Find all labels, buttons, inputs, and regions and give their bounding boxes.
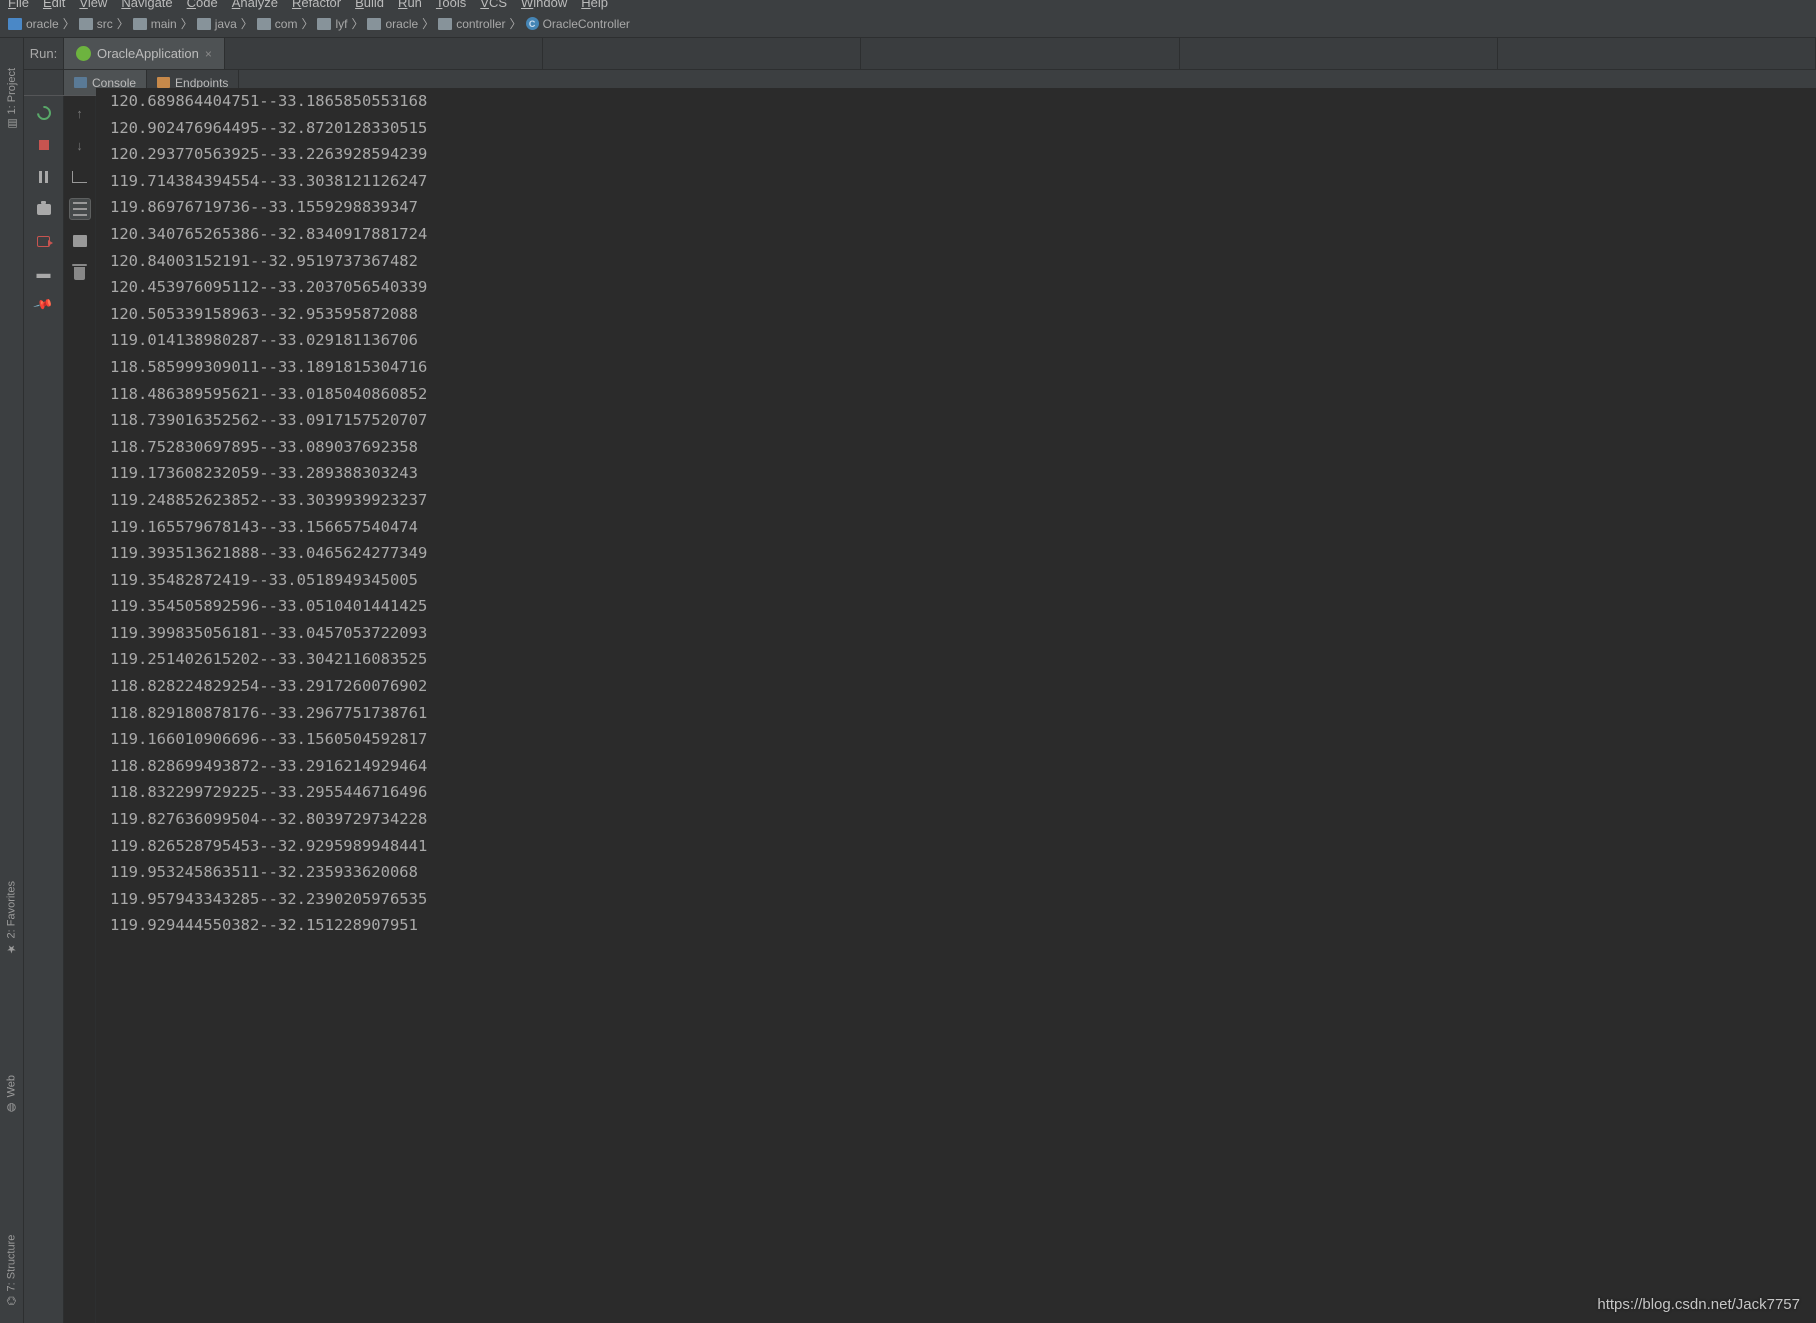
chevron-right-icon: 〉 (117, 15, 129, 32)
console-output[interactable]: 120.689864404751--33.1865850553168 120.9… (96, 88, 1816, 1315)
pause-button[interactable] (33, 166, 55, 188)
folder-icon (438, 18, 452, 30)
class-icon: C (526, 17, 539, 30)
folder-icon (257, 18, 271, 30)
endpoints-icon (157, 77, 170, 88)
run-tab-bar: Run: OracleApplication × (24, 38, 1816, 70)
watermark-text: https://blog.csdn.net/Jack7757 (1597, 1296, 1800, 1313)
chevron-right-icon: 〉 (351, 15, 363, 32)
chevron-right-icon: 〉 (63, 15, 75, 32)
scroll-to-end-button[interactable] (69, 198, 91, 220)
folder-icon (317, 18, 331, 30)
menu-refactor[interactable]: Refactor (292, 0, 341, 10)
rerun-button[interactable] (33, 102, 55, 124)
menu-file[interactable]: File (8, 0, 29, 10)
menu-build[interactable]: Build (355, 0, 384, 10)
run-label: Run: (24, 38, 64, 69)
breadcrumb[interactable]: oracle〉src〉main〉java〉com〉lyf〉oracle〉cont… (0, 10, 1816, 38)
exit-button[interactable] (33, 230, 55, 252)
menu-window[interactable]: Window (521, 0, 567, 10)
clear-all-button[interactable] (69, 262, 91, 284)
chevron-right-icon: 〉 (241, 15, 253, 32)
menu-help[interactable]: Help (581, 0, 608, 10)
menu-run[interactable]: Run (398, 0, 422, 10)
crumb-src[interactable]: src (79, 17, 113, 31)
menu-vcs[interactable]: VCS (480, 0, 507, 10)
menu-analyze[interactable]: Analyze (232, 0, 278, 10)
chevron-right-icon: 〉 (301, 15, 313, 32)
tool-window-web[interactable]: ◍Web (5, 1075, 18, 1114)
module-icon (8, 18, 22, 30)
menu-navigate[interactable]: Navigate (121, 0, 172, 10)
spring-boot-icon (76, 46, 91, 61)
pin-button[interactable]: 📌 (33, 294, 55, 316)
crumb-com[interactable]: com (257, 17, 298, 31)
stop-button[interactable] (33, 134, 55, 156)
tool-window-structure[interactable]: ⌬7: Structure (5, 1235, 18, 1305)
close-icon[interactable]: × (205, 47, 212, 61)
folder-icon (197, 18, 211, 30)
main-menu-bar[interactable]: File Edit View Navigate Code Analyze Refactor B… (0, 0, 1816, 10)
run-action-toolbar: ▬ 📌 (24, 96, 64, 1323)
menu-tools[interactable]: Tools (436, 0, 466, 10)
scroll-down-button[interactable]: ↓ (69, 134, 91, 156)
folder-icon (367, 18, 381, 30)
tool-window-favorites[interactable]: ★2: Favorites (5, 881, 18, 955)
soft-wrap-button[interactable] (69, 166, 91, 188)
console-toolbar: ↑ ↓ (64, 96, 96, 1323)
crumb-main[interactable]: main (133, 17, 177, 31)
crumb-oracle[interactable]: oracle (8, 17, 59, 31)
folder-icon (79, 18, 93, 30)
crumb-controller[interactable]: controller (438, 17, 505, 31)
chevron-right-icon: 〉 (422, 15, 434, 32)
run-config-name: OracleApplication (97, 46, 199, 61)
run-config-tab[interactable]: OracleApplication × (64, 38, 225, 69)
crumb-oracle[interactable]: oracle (367, 17, 418, 31)
menu-edit[interactable]: Edit (43, 0, 65, 10)
tool-window-project[interactable]: ▤1: Project (6, 68, 18, 130)
empty-tab-area (225, 38, 1816, 69)
console-icon (74, 77, 87, 88)
layout-button[interactable]: ▬ (33, 262, 55, 284)
menu-code[interactable]: Code (187, 0, 218, 10)
chevron-right-icon: 〉 (181, 15, 193, 32)
scroll-up-button[interactable]: ↑ (69, 102, 91, 124)
dump-threads-button[interactable] (33, 198, 55, 220)
left-tool-strip: ▤1: Project ★2: Favorites ◍Web ⌬7: Struc… (0, 38, 24, 1323)
crumb-java[interactable]: java (197, 17, 237, 31)
menu-view[interactable]: View (79, 0, 107, 10)
chevron-right-icon: 〉 (510, 15, 522, 32)
print-button[interactable] (69, 230, 91, 252)
folder-icon (133, 18, 147, 30)
crumb-lyf[interactable]: lyf (317, 17, 347, 31)
crumb-OracleController[interactable]: COracleController (526, 17, 630, 31)
